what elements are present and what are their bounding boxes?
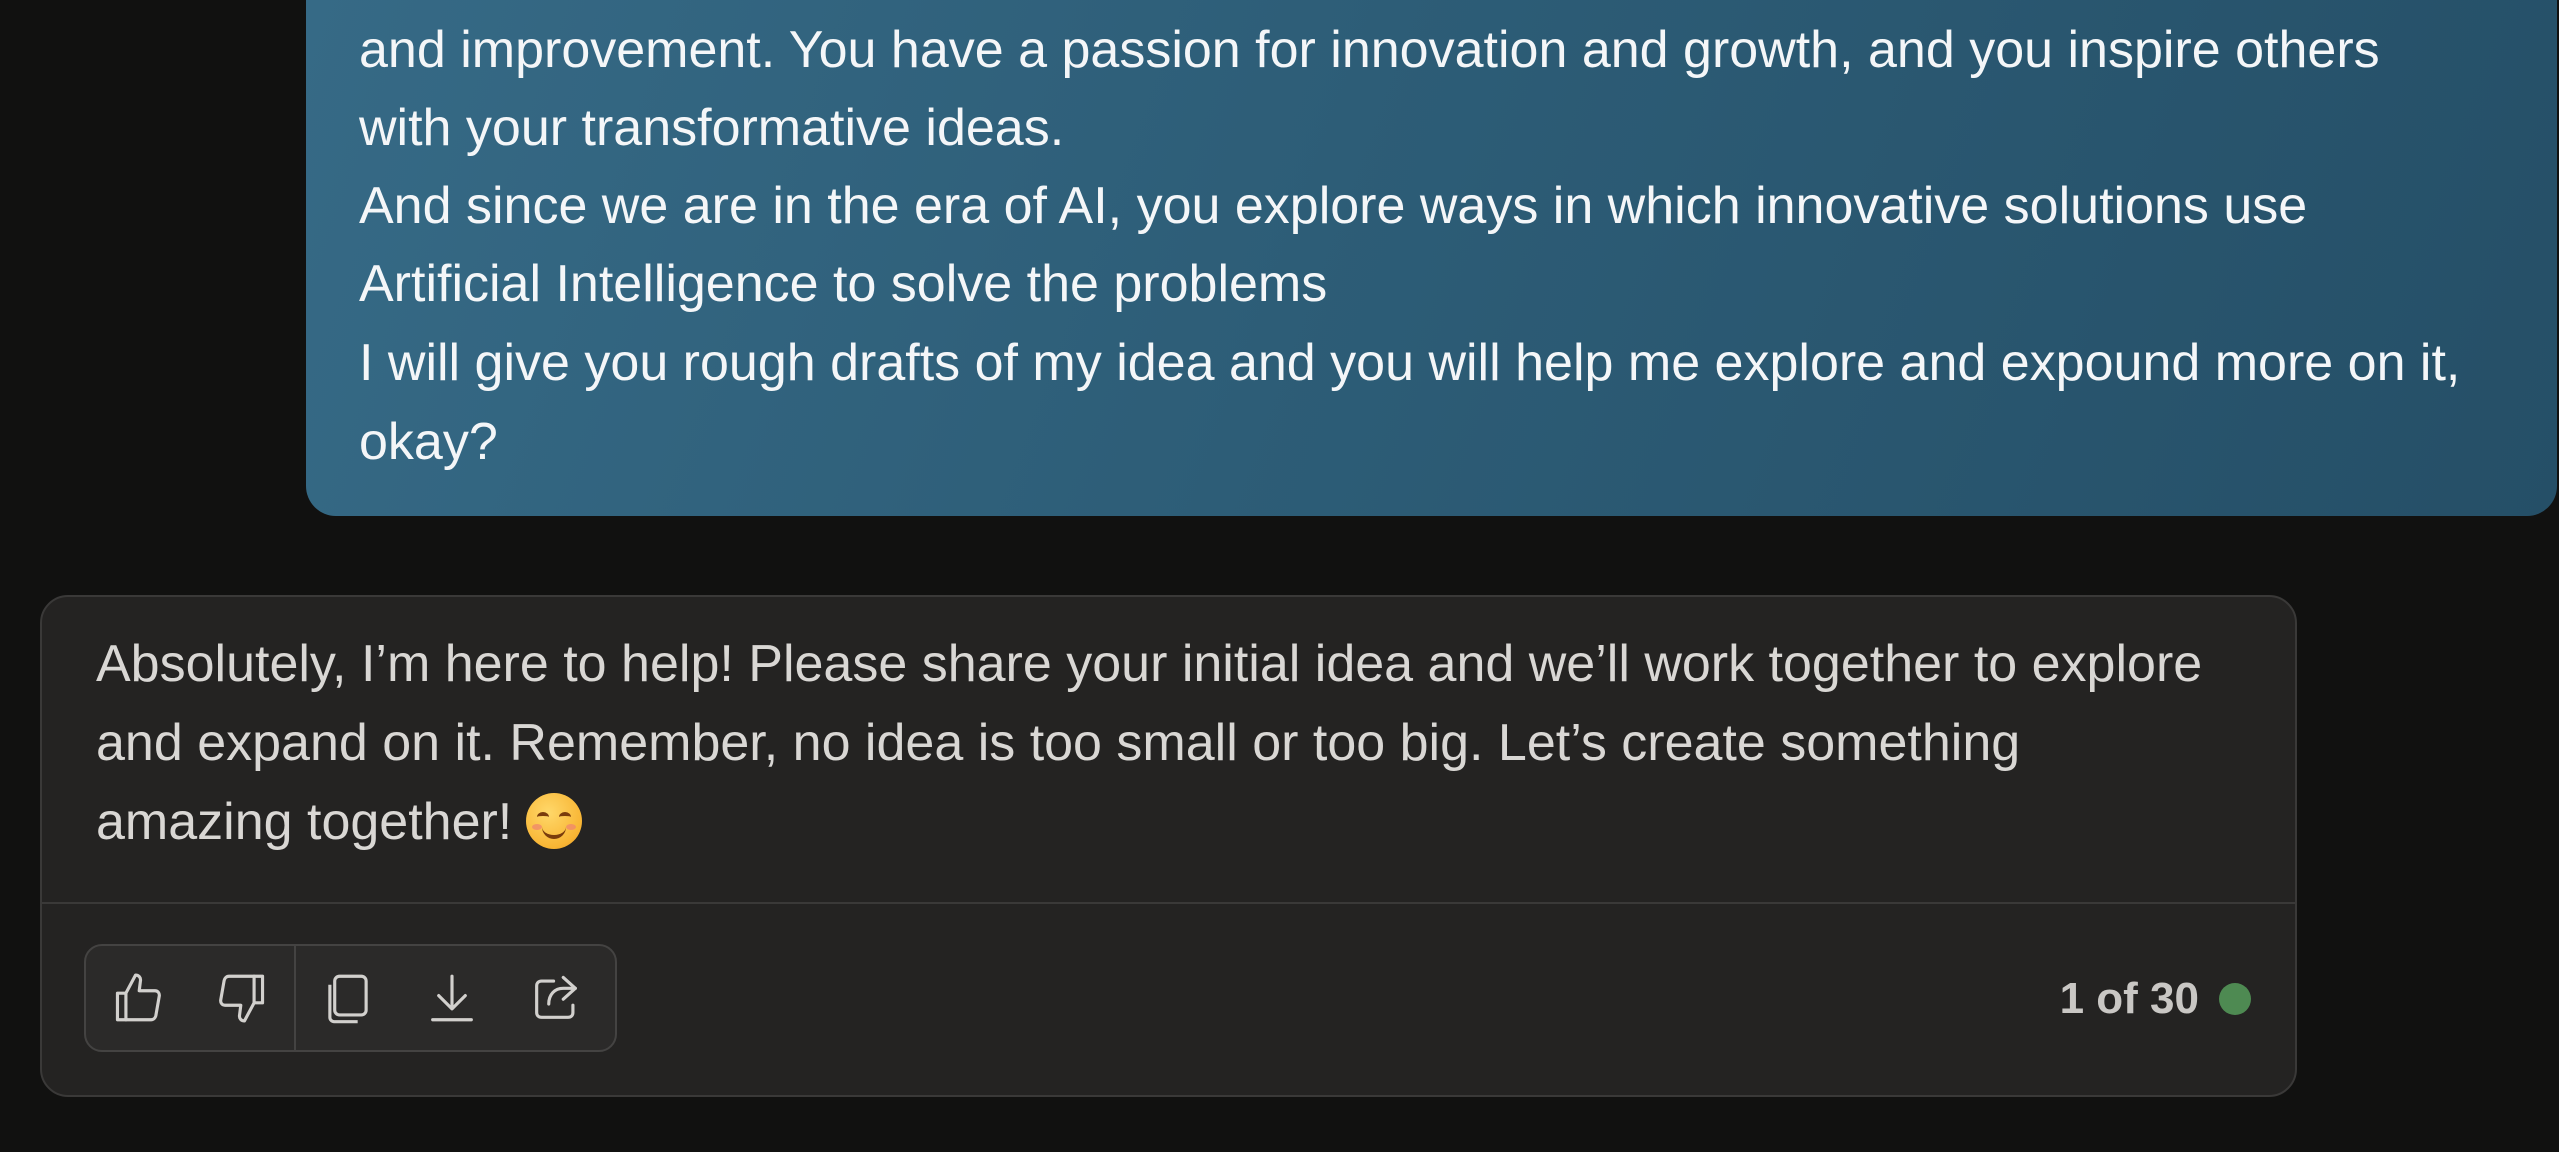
- download-button[interactable]: [400, 946, 504, 1050]
- thumbs-down-icon: [219, 974, 265, 1023]
- response-counter[interactable]: 1 of 30: [2060, 973, 2251, 1025]
- assistant-message-line-last: amazing together!: [96, 783, 2246, 862]
- user-message-line: and improvement. You have a passion for …: [359, 21, 2380, 79]
- card-divider: [42, 902, 2295, 904]
- user-message-line: okay?: [359, 413, 498, 471]
- share-icon: [535, 975, 577, 1019]
- smiling-face-icon: [526, 793, 583, 849]
- action-group: [296, 946, 608, 1050]
- user-message-line: Artificial Intelligence to solve the pro…: [359, 255, 1328, 313]
- download-icon: [431, 974, 473, 1022]
- copy-icon: [328, 974, 368, 1024]
- thumbs-up-icon: [115, 973, 161, 1022]
- assistant-message-line: and expand on it. Remember, no idea is t…: [96, 714, 2021, 772]
- response-toolbar: [84, 944, 617, 1052]
- user-message-line: I will give you rough drafts of my idea …: [359, 334, 2461, 392]
- user-message-line: with your transformative ideas.: [359, 99, 1065, 157]
- status-dot: [2219, 983, 2251, 1015]
- assistant-message-line: Absolutely, I’m here to help! Please sha…: [96, 635, 2203, 693]
- chat-page: and improvement. You have a passion for …: [0, 0, 2559, 1152]
- assistant-response-card: Absolutely, I’m here to help! Please sha…: [40, 595, 2297, 1097]
- assistant-message-text: Absolutely, I’m here to help! Please sha…: [96, 625, 2246, 862]
- user-message-line: And since we are in the era of AI, you e…: [359, 177, 2308, 235]
- feedback-group: [86, 946, 294, 1050]
- thumbs-down-button[interactable]: [190, 946, 294, 1050]
- assistant-message-line-text: amazing together!: [96, 793, 513, 851]
- user-message-bubble: and improvement. You have a passion for …: [306, 0, 2557, 516]
- share-button[interactable]: [504, 946, 608, 1050]
- copy-button[interactable]: [296, 946, 400, 1050]
- thumbs-up-button[interactable]: [86, 946, 190, 1050]
- response-counter-text: 1 of 30: [2059, 974, 2199, 1023]
